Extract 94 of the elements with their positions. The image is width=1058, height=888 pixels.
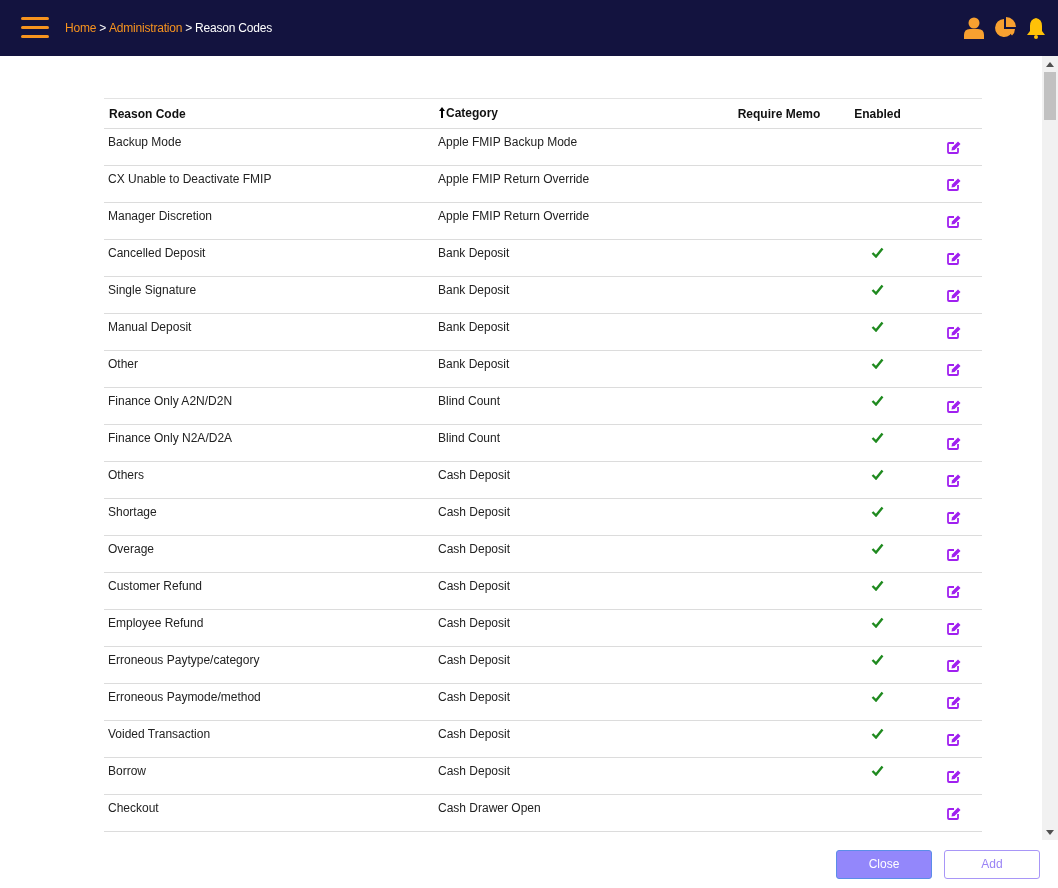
table-cell-text: Checkout [108,800,159,815]
breadcrumb-link[interactable]: Home [65,21,97,35]
edit-icon[interactable] [946,437,961,450]
table-row[interactable]: Manager Discretion Apple FMIP Return Override [104,202,982,240]
edit-icon[interactable] [946,733,961,746]
table-row[interactable]: Voided Transaction Cash Deposit [104,720,982,758]
edit-icon[interactable] [946,807,961,820]
edit-icon[interactable] [946,215,961,228]
edit-icon[interactable] [946,770,961,783]
table-cell-text: Blind Count [438,393,501,408]
table-row[interactable]: Overage Cash Deposit [104,535,982,573]
table-row[interactable]: Erroneous Paymode/method Cash Deposit [104,683,982,721]
table-row[interactable]: Other Bank Deposit [104,350,982,388]
table-row[interactable]: Others Cash Deposit [104,461,982,499]
table-cell-text: Apple FMIP Backup Mode [438,134,578,149]
table-cell-text: Voided Transaction [108,726,211,741]
pie-chart-icon[interactable] [994,17,1016,39]
table-cell-text: Cash Deposit [438,578,511,593]
table-row[interactable]: Erroneous Paytype/category Cash Deposit [104,646,982,684]
table-cell-text: Blind Count [438,430,501,445]
table-row[interactable]: Employee Refund Cash Deposit [104,609,982,647]
column-header[interactable]: Reason Code [109,106,186,121]
scroll-down-arrow-icon[interactable] [1046,830,1054,835]
table-cell-text: Cash Drawer Open [438,800,541,815]
edit-icon[interactable] [946,178,961,191]
table-row[interactable]: Single Signature Bank Deposit [104,276,982,314]
table-cell-text: Cash Deposit [438,763,511,778]
user-icon[interactable] [964,17,984,39]
table-cell-text: Bank Deposit [438,245,510,260]
table-row[interactable]: Customer Refund Cash Deposit [104,572,982,610]
table-cell-text: Manual Deposit [108,319,192,334]
edit-icon[interactable] [946,622,961,635]
table-cell-text: Erroneous Paymode/method [108,689,261,704]
table-row[interactable]: Finance Only N2A/D2A Blind Count [104,424,982,462]
table-cell-text: Single Signature [108,282,197,297]
edit-icon[interactable] [946,252,961,265]
edit-icon[interactable] [946,474,961,487]
edit-icon[interactable] [946,585,961,598]
edit-icon[interactable] [946,548,961,561]
edit-icon[interactable] [946,511,961,524]
edit-icon[interactable] [946,696,961,709]
breadcrumb-current: Reason Codes [195,21,273,35]
table-cell-text: Employee Refund [108,615,204,630]
table-cell-text: Cash Deposit [438,541,511,556]
table-cell-text: Borrow [108,763,146,778]
edit-icon[interactable] [946,400,961,413]
table-cell-text: Finance Only A2N/D2N [108,393,233,408]
table-cell-text: Other [108,356,138,371]
table-cell-text: Apple FMIP Return Override [438,171,590,186]
scrollbar[interactable] [1042,56,1058,840]
table-cell-text: Manager Discretion [108,208,213,223]
table-row[interactable]: Shortage Cash Deposit [104,498,982,536]
table-cell-text: Cash Deposit [438,652,511,667]
edit-icon[interactable] [946,141,961,154]
column-header[interactable]: Enabled [854,106,901,121]
table-cell-text: Backup Mode [108,134,182,149]
table-cell-text: Bank Deposit [438,319,510,334]
table-row[interactable]: Checkout Cash Drawer Open [104,794,982,832]
table-row[interactable]: Finance Only A2N/D2N Blind Count [104,387,982,425]
scrollbar-thumb[interactable] [1044,72,1056,120]
breadcrumb-separator: > [185,21,193,35]
edit-icon[interactable] [946,326,961,339]
table-cell-text: Cancelled Deposit [108,245,206,260]
table-row[interactable]: Backup Mode Apple FMIP Backup Mode [104,128,982,166]
menu-icon[interactable] [21,17,49,39]
column-header[interactable]: Category [446,105,498,120]
table-cell-text: Bank Deposit [438,356,510,371]
table-cell-text: Cash Deposit [438,726,511,741]
table-cell-text: Customer Refund [108,578,203,593]
table-cell-text: Cash Deposit [438,689,511,704]
table-cell-text: Finance Only N2A/D2A [108,430,233,445]
table-cell-text: Erroneous Paytype/category [108,652,260,667]
table-cell-text: Cash Deposit [438,504,511,519]
edit-icon[interactable] [946,659,961,672]
edit-icon[interactable] [946,363,961,376]
edit-icon[interactable] [946,289,961,302]
table-row[interactable]: Borrow Cash Deposit [104,757,982,795]
breadcrumb-link[interactable]: Administration [109,21,183,35]
bell-icon[interactable] [1026,17,1046,39]
table-cell-text: Shortage [108,504,157,519]
table-cell-text: CX Unable to Deactivate FMIP [108,171,272,186]
scroll-up-arrow-icon[interactable] [1046,62,1054,67]
breadcrumb-separator: > [99,21,107,35]
table-cell-text: Cash Deposit [438,615,511,630]
column-header[interactable]: Require Memo [737,106,821,121]
table-cell-text: Overage [108,541,155,556]
table-row[interactable]: Cancelled Deposit Bank Deposit [104,239,982,277]
table-cell-text: Others [108,467,144,482]
table-cell-text: Bank Deposit [438,282,510,297]
sort-up-arrow-icon[interactable] [439,107,445,119]
table-cell-text: Cash Deposit [438,467,511,482]
table-row[interactable]: CX Unable to Deactivate FMIP Apple FMIP Return Override [104,165,982,203]
table-row[interactable]: Manual Deposit Bank Deposit [104,313,982,351]
table-cell-text: Apple FMIP Return Override [438,208,590,223]
